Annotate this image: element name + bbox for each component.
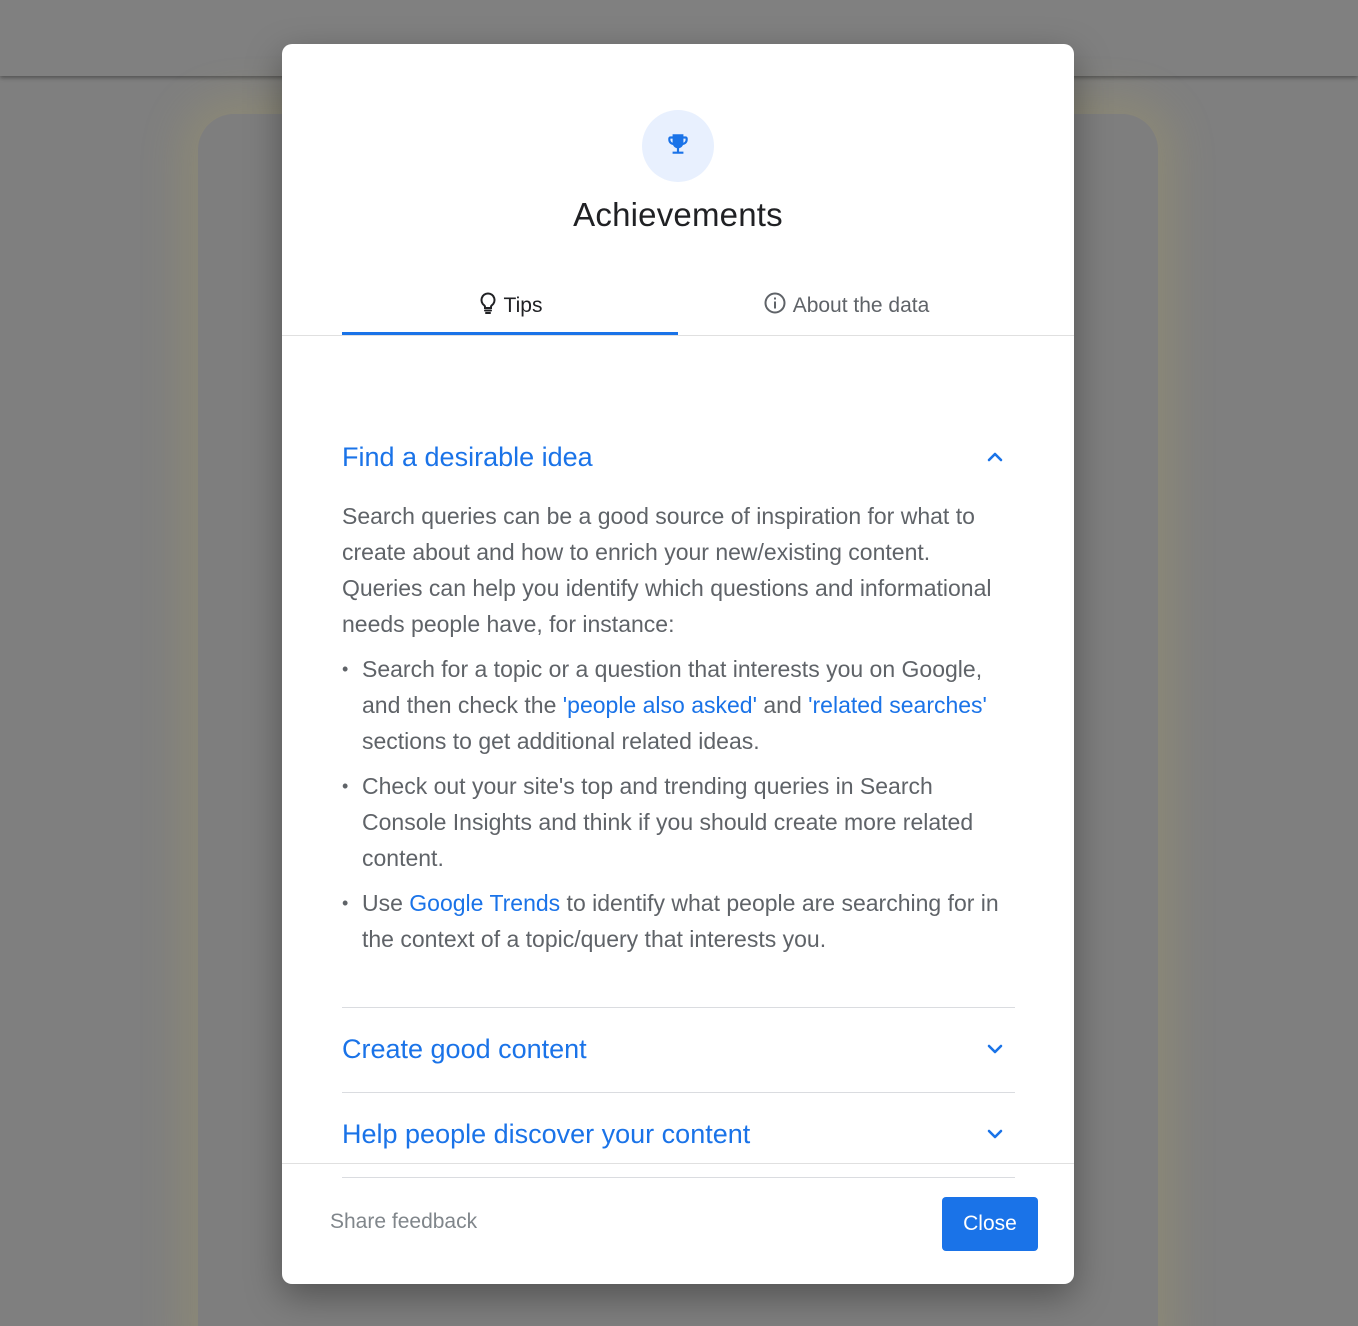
section-create-good-content: Create good content [342,1028,1015,1070]
chevron-up-icon[interactable] [983,445,1007,469]
achievements-dialog: Achievements Tips About the data Find a … [282,44,1074,1284]
section-header-create-good-content[interactable]: Create good content [342,1028,1015,1070]
section-intro-text: Search queries can be a good source of i… [342,503,992,637]
bullet-text: Check out your site's top and trending q… [362,773,974,871]
share-feedback-link[interactable]: Share feedback [330,1210,477,1234]
trophy-badge [642,110,714,182]
section-header-help-people-discover[interactable]: Help people discover your content [342,1113,1015,1155]
close-button[interactable]: Close [942,1197,1038,1251]
chevron-down-icon[interactable] [983,1037,1007,1061]
related-searches-link[interactable]: 'related searches' [808,692,987,718]
people-also-asked-link[interactable]: 'people also asked' [563,692,757,718]
section-title: Find a desirable idea [342,441,593,472]
list-item: Check out your site's top and trending q… [342,768,1015,876]
section-title: Create good content [342,1033,587,1064]
dialog-title: Achievements [573,196,783,233]
tab-tips[interactable]: Tips [342,278,678,335]
list-item: Use Google Trends to identify what peopl… [342,885,1015,957]
section-help-people-discover-your-content: Help people discover your content [342,1113,1015,1155]
info-icon [763,291,787,321]
section-header-find-a-desirable-idea[interactable]: Find a desirable idea [342,436,1015,478]
google-trends-link[interactable]: Google Trends [409,890,560,916]
tab-tips-label: Tips [503,294,543,317]
bullet-text: sections to get additional related ideas… [362,728,760,754]
section-title: Help people discover your content [342,1118,751,1149]
footer-divider [282,1163,1074,1164]
tabs-divider [282,335,1074,336]
section-divider [342,1177,1015,1178]
tab-bar: Tips About the data [342,278,1014,335]
trophy-icon [665,131,691,162]
bullet-text: and [756,692,809,718]
tab-about-the-data-label: About the data [792,294,930,317]
lightbulb-icon [478,291,498,321]
section-divider [342,1092,1015,1093]
tips-list: Search for a topic or a question that in… [342,651,1015,957]
section-divider [342,1007,1015,1008]
tab-about-the-data[interactable]: About the data [678,278,1014,334]
chevron-down-icon[interactable] [983,1122,1007,1146]
bullet-text: Use [362,890,410,916]
list-item: Search for a topic or a question that in… [342,651,1015,759]
section-find-a-desirable-idea: Find a desirable idea Search queries can… [342,436,1015,966]
